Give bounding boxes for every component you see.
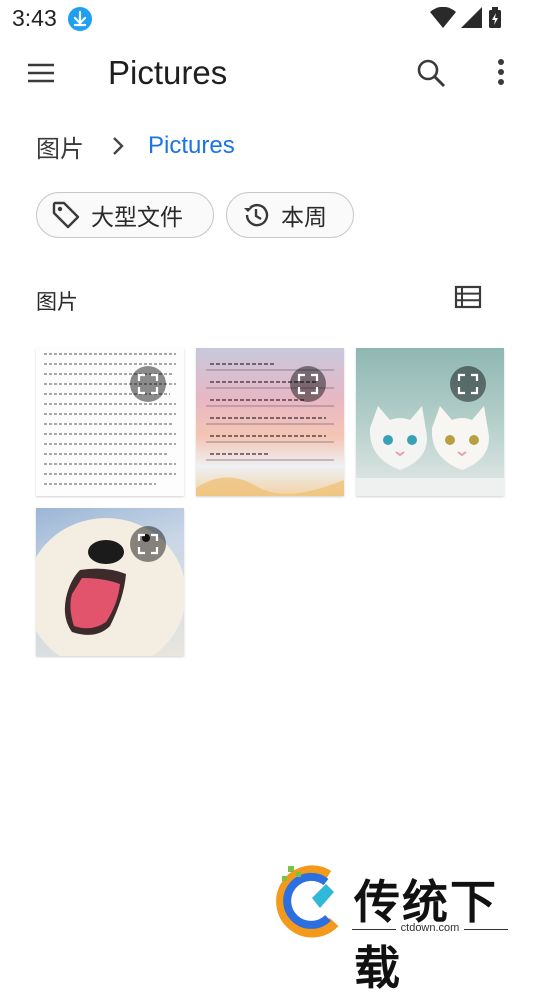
thumbnail-handwritten-page[interactable]	[36, 348, 184, 496]
watermark: 传统下载 ctdown.com	[268, 862, 518, 995]
chip-this-week[interactable]: 本周	[226, 192, 354, 238]
expand-icon[interactable]	[450, 366, 486, 402]
menu-icon[interactable]	[24, 58, 60, 88]
watermark-sub: ctdown.com	[352, 922, 508, 934]
watermark-logo-icon	[276, 865, 339, 938]
tag-icon	[52, 201, 80, 229]
expand-icon[interactable]	[130, 526, 166, 562]
app-toolbar: Pictures	[0, 38, 540, 108]
battery-icon	[489, 7, 501, 28]
signal-icon	[461, 7, 482, 28]
status-time: 3:43	[12, 5, 57, 31]
handwriting-image	[44, 353, 176, 485]
status-bar: 3:43	[0, 0, 540, 38]
thumbnail-kittens[interactable]	[356, 348, 504, 496]
kittens-image	[356, 406, 504, 496]
section-title: 图片	[36, 291, 78, 314]
search-icon[interactable]	[414, 56, 448, 90]
thumbnail-sunset-card[interactable]	[196, 348, 344, 496]
chip-label: 本周	[281, 204, 327, 230]
more-vert-icon[interactable]	[488, 54, 514, 90]
chevron-right-icon	[113, 137, 124, 155]
expand-icon[interactable]	[290, 366, 326, 402]
download-icon	[68, 7, 92, 31]
list-view-icon[interactable]	[454, 285, 482, 309]
thumbnail-puppy[interactable]	[36, 508, 184, 656]
expand-icon[interactable]	[130, 366, 166, 402]
sunset-card-image	[196, 363, 344, 496]
breadcrumb: 图片 Pictures	[36, 128, 235, 164]
chip-large-files[interactable]: 大型文件	[36, 192, 214, 238]
history-icon	[244, 203, 269, 227]
chip-label: 大型文件	[91, 204, 183, 230]
breadcrumb-root[interactable]: 图片	[36, 129, 84, 164]
wifi-icon	[430, 7, 456, 28]
puppy-image	[36, 518, 184, 656]
page-title: Pictures	[108, 54, 228, 91]
breadcrumb-current[interactable]: Pictures	[148, 132, 235, 160]
